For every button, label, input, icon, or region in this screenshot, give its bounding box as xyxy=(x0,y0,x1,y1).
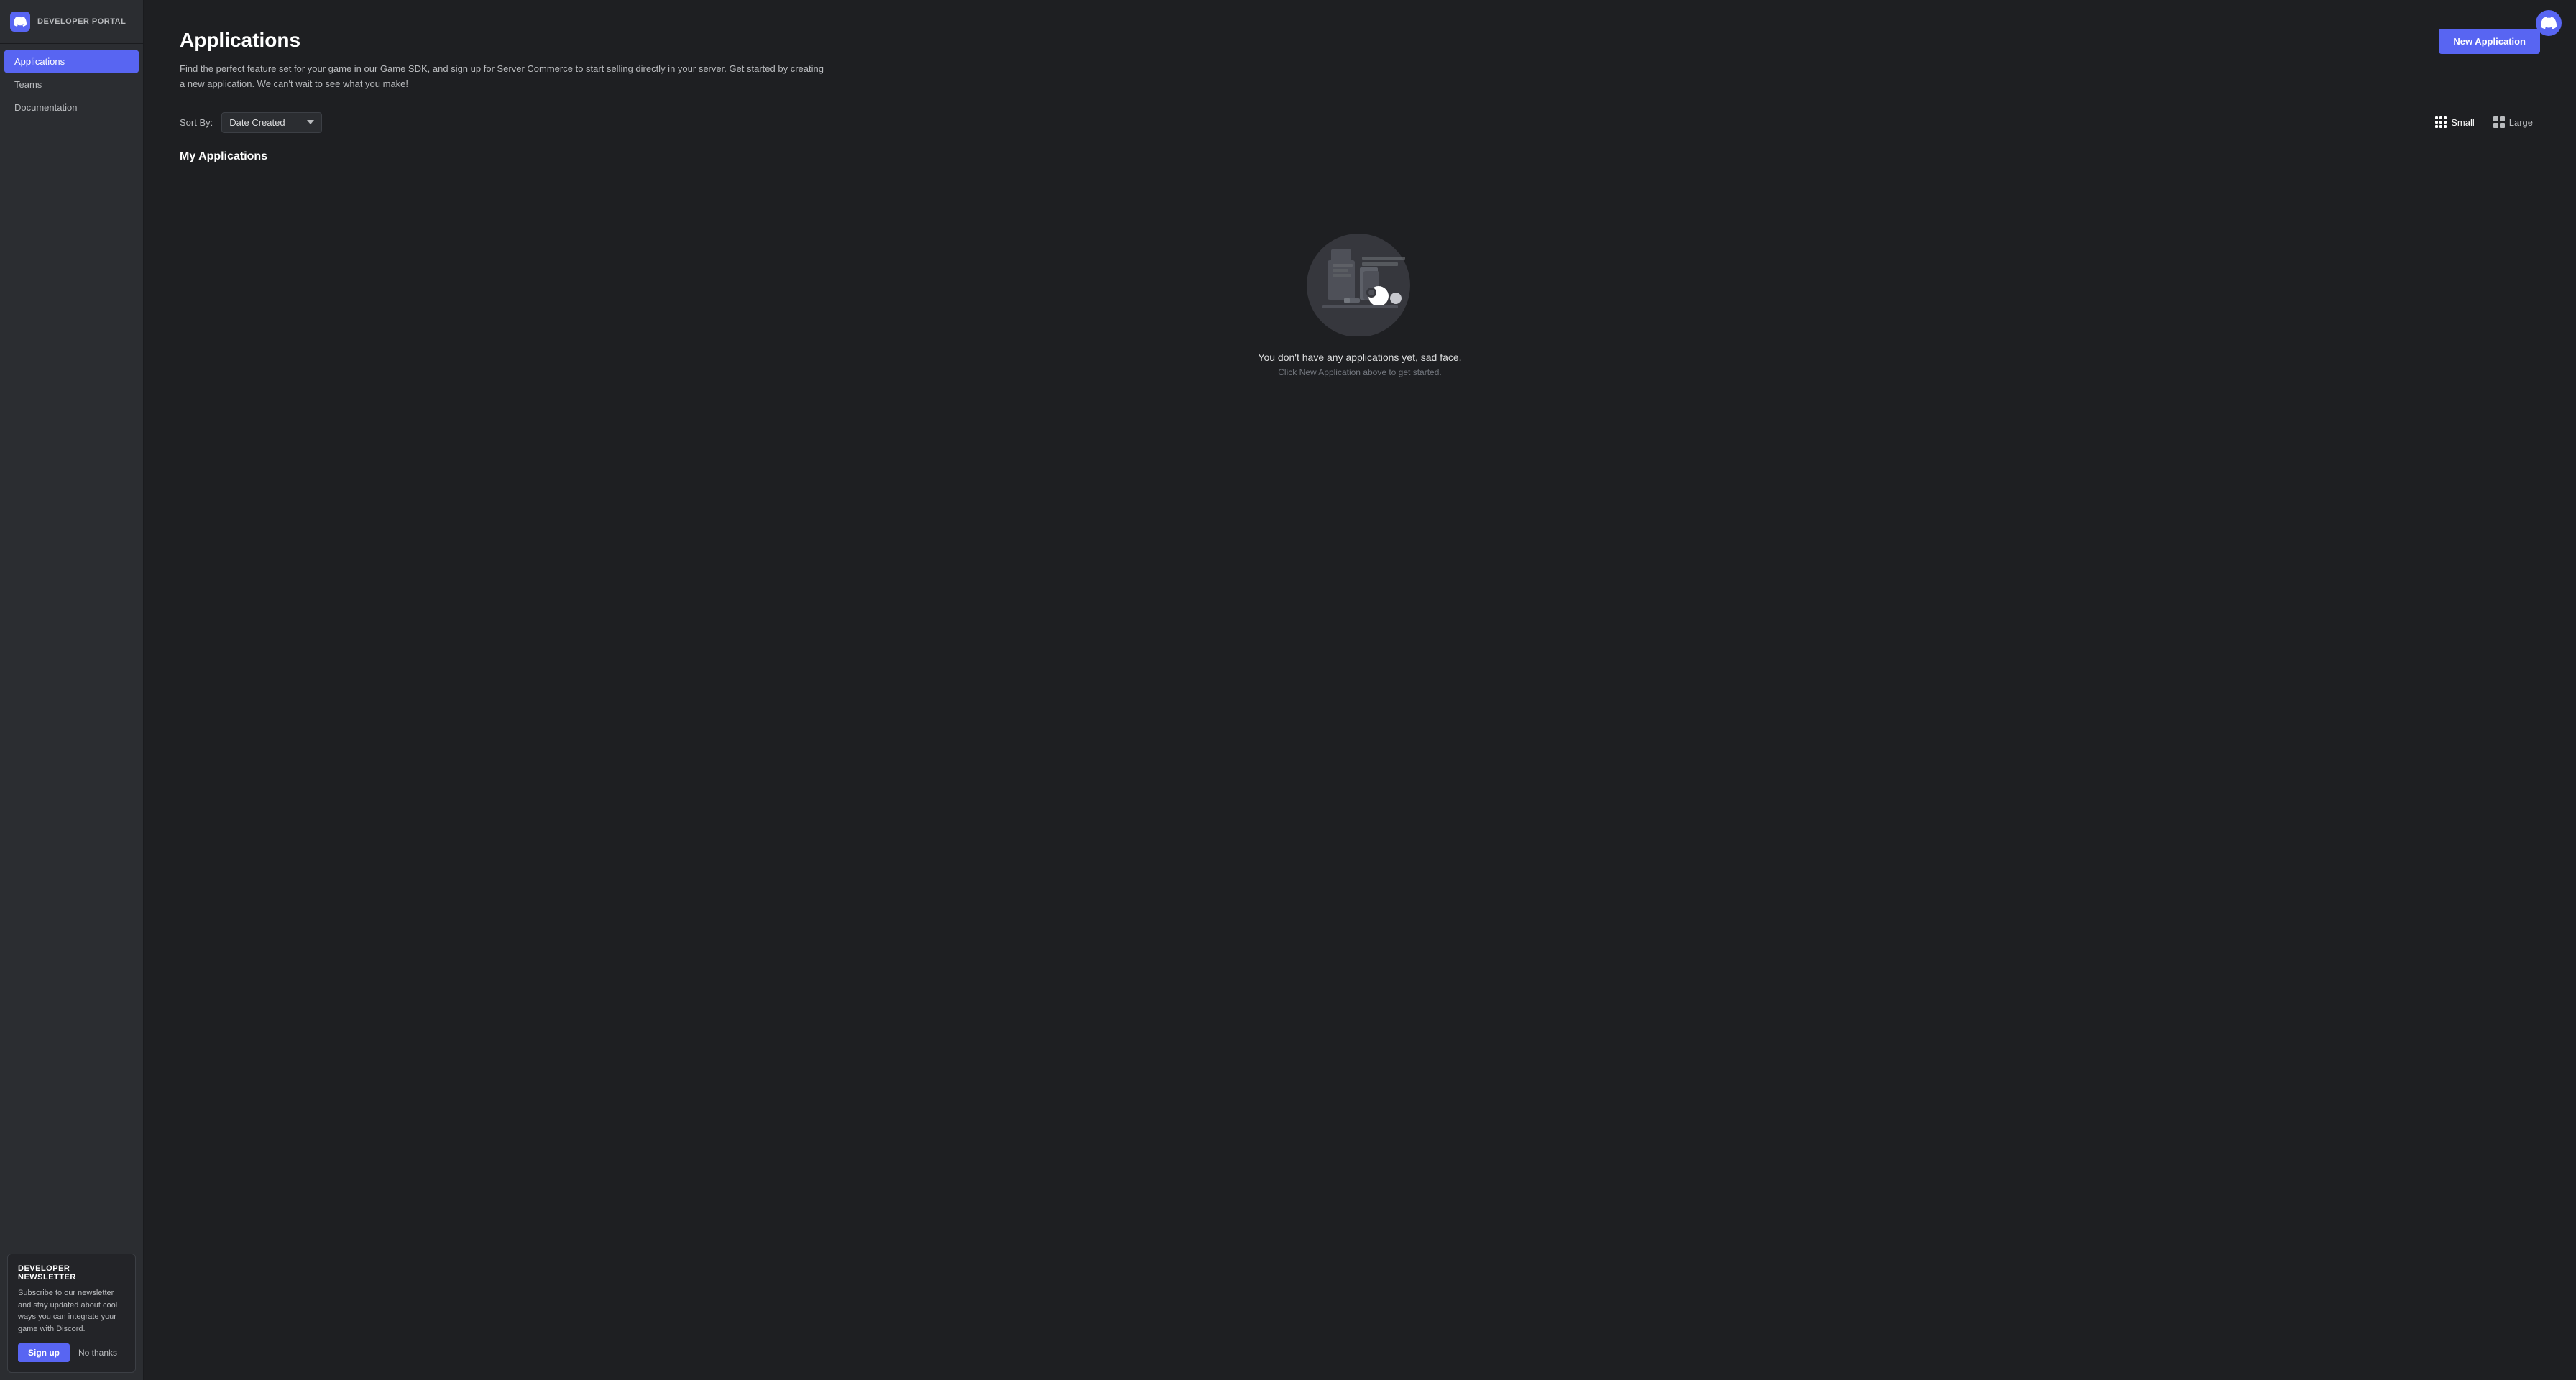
sidebar-item-teams[interactable]: Teams xyxy=(4,73,139,96)
empty-text-sub: Click New Application above to get start… xyxy=(1278,367,1441,377)
sort-group: Sort By: Date Created Name xyxy=(180,112,322,133)
sidebar-nav: Applications Teams Documentation xyxy=(0,44,143,1246)
view-toggle: Small Large xyxy=(2428,112,2540,132)
portal-title: DEVELOPER PORTAL xyxy=(37,17,126,26)
sidebar-logo: DEVELOPER PORTAL xyxy=(0,0,143,44)
newsletter-banner: DEVELOPER NEWSLETTER Subscribe to our ne… xyxy=(7,1254,136,1373)
my-applications-section: My Applications xyxy=(180,150,2540,420)
empty-state: You don't have any applications yet, sad… xyxy=(180,178,2540,420)
toolbar: Sort By: Date Created Name Small xyxy=(180,112,2540,133)
newsletter-title: DEVELOPER NEWSLETTER xyxy=(18,1264,125,1282)
sort-select[interactable]: Date Created Name xyxy=(221,112,322,133)
no-thanks-button[interactable]: No thanks xyxy=(78,1348,117,1358)
view-large-button[interactable]: Large xyxy=(2486,112,2540,132)
view-small-label: Small xyxy=(2451,117,2475,128)
empty-illustration xyxy=(1295,221,1425,336)
sidebar: DEVELOPER PORTAL Applications Teams Docu… xyxy=(0,0,144,1380)
newsletter-actions: Sign up No thanks xyxy=(18,1343,125,1362)
discord-logo-icon xyxy=(10,12,30,32)
small-grid-icon xyxy=(2435,116,2447,128)
view-small-button[interactable]: Small xyxy=(2428,112,2482,132)
main-content: New Application Applications Find the pe… xyxy=(144,0,2576,1380)
empty-text-main: You don't have any applications yet, sad… xyxy=(1258,351,1461,363)
page-title: Applications xyxy=(180,29,2540,52)
newsletter-body: Subscribe to our newsletter and stay upd… xyxy=(18,1287,125,1335)
view-large-label: Large xyxy=(2509,117,2533,128)
section-title: My Applications xyxy=(180,150,2540,163)
page-description: Find the perfect feature set for your ga… xyxy=(180,62,827,92)
sidebar-item-documentation[interactable]: Documentation xyxy=(4,96,139,119)
sidebar-item-applications[interactable]: Applications xyxy=(4,50,139,73)
large-grid-icon xyxy=(2493,116,2505,128)
sort-label: Sort By: xyxy=(180,117,213,128)
signup-button[interactable]: Sign up xyxy=(18,1343,70,1362)
new-application-button[interactable]: New Application xyxy=(2439,29,2540,54)
